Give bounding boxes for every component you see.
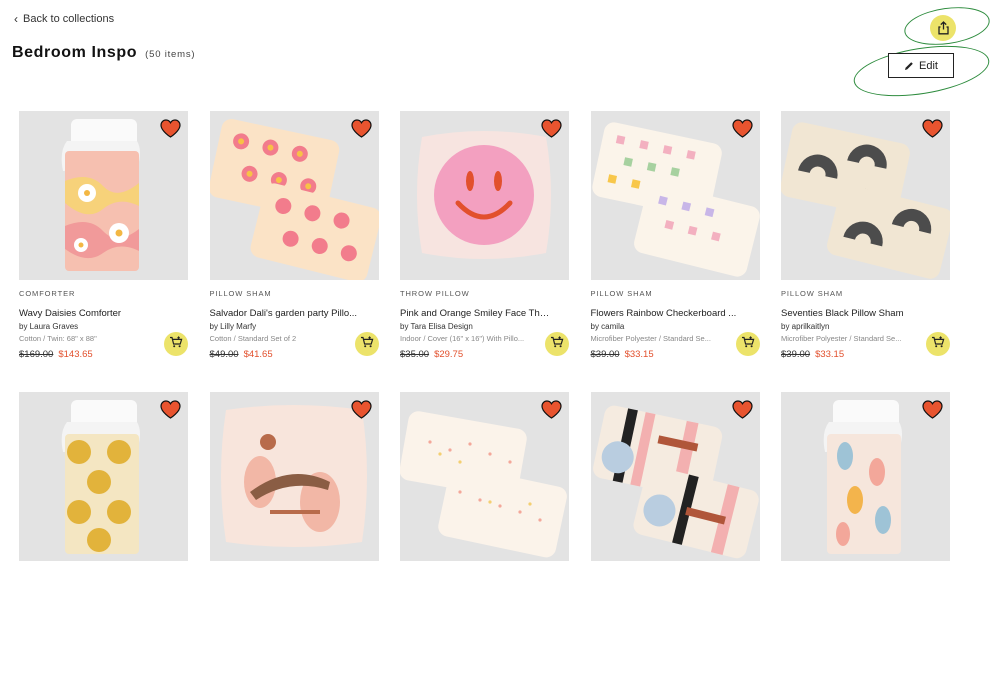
product-category: COMFORTER: [19, 289, 76, 298]
product-image[interactable]: [209, 111, 379, 280]
product-card[interactable]: [781, 392, 950, 673]
product-card[interactable]: [19, 392, 188, 673]
add-to-cart-button[interactable]: [354, 332, 379, 356]
heart-icon[interactable]: [160, 400, 181, 419]
product-options: Indoor / Cover (16" x 16") With Pillo...: [400, 334, 525, 343]
add-to-cart-button[interactable]: [164, 332, 188, 356]
product-name[interactable]: Seventies Black Pillow Sham: [781, 308, 931, 319]
product-price: $169.00 $143.65: [19, 349, 188, 360]
product-artist[interactable]: by Tara Elisa Design: [400, 322, 569, 331]
sale-price: $41.65: [243, 349, 273, 360]
original-price: $35.00: [400, 349, 430, 360]
product-options: Microfiber Polyester / Standard Se...: [781, 334, 902, 343]
product-name[interactable]: Pink and Orange Smiley Face Thr...: [400, 308, 550, 319]
product-grid: COMFORTER Wavy Daisies Comforter by Laur…: [19, 111, 950, 673]
product-image[interactable]: [781, 111, 950, 280]
heart-icon[interactable]: [350, 400, 372, 419]
share-button[interactable]: [930, 15, 956, 41]
product-card[interactable]: THROW PILLOW Pink and Orange Smiley Face…: [400, 111, 569, 392]
original-price: $169.00: [19, 349, 54, 360]
add-to-cart-icon: [931, 335, 945, 353]
back-label: Back to collections: [23, 13, 115, 25]
heart-icon[interactable]: [731, 400, 753, 419]
product-image[interactable]: [590, 392, 760, 561]
product-image[interactable]: [19, 111, 188, 280]
product-name[interactable]: Salvador Dali's garden party Pillo...: [210, 308, 360, 319]
sale-price: $29.75: [434, 349, 464, 360]
product-image[interactable]: [209, 392, 379, 561]
product-card[interactable]: PILLOW SHAM Salvador Dali's garden party…: [209, 111, 379, 392]
product-category: PILLOW SHAM: [209, 289, 272, 298]
add-to-cart-icon: [360, 335, 374, 353]
heart-icon[interactable]: [922, 119, 943, 138]
add-to-cart-button[interactable]: [735, 332, 760, 356]
original-price: $39.00: [590, 349, 620, 360]
sale-price: $33.15: [815, 349, 845, 360]
product-image[interactable]: [400, 392, 569, 561]
heart-icon[interactable]: [922, 400, 943, 419]
sale-price: $33.15: [624, 349, 654, 360]
product-card[interactable]: PILLOW SHAM Seventies Black Pillow Sham …: [781, 111, 950, 392]
heart-icon[interactable]: [160, 119, 181, 138]
original-price: $39.00: [781, 349, 811, 360]
page-title: Bedroom Inspo: [12, 44, 138, 61]
product-artist[interactable]: by Lilly Marfy: [210, 322, 379, 331]
product-artist[interactable]: by camila: [591, 322, 760, 331]
product-card[interactable]: [209, 392, 379, 673]
add-to-cart-button[interactable]: [926, 332, 950, 356]
add-to-cart-icon: [741, 335, 755, 353]
pencil-icon: [905, 61, 913, 70]
share-icon: [937, 21, 949, 35]
product-image[interactable]: [781, 392, 950, 561]
sale-price: $143.65: [58, 349, 93, 360]
heart-icon[interactable]: [731, 119, 753, 138]
add-to-cart-icon: [169, 335, 183, 353]
product-card[interactable]: COMFORTER Wavy Daisies Comforter by Laur…: [19, 111, 188, 392]
product-price: $39.00 $33.15: [781, 349, 950, 360]
edit-label: Edit: [919, 59, 938, 72]
product-options: Cotton / Standard Set of 2: [209, 334, 297, 343]
product-image[interactable]: [590, 111, 760, 280]
product-price: $39.00 $33.15: [591, 349, 760, 360]
product-image[interactable]: [400, 111, 569, 280]
add-to-cart-button[interactable]: [545, 332, 569, 356]
edit-button[interactable]: Edit: [888, 53, 954, 78]
collection-header: Bedroom Inspo (50 items): [12, 44, 195, 62]
product-category: PILLOW SHAM: [590, 289, 653, 298]
product-name[interactable]: Wavy Daisies Comforter: [19, 308, 169, 319]
product-options: Microfiber Polyester / Standard Se...: [590, 334, 711, 343]
product-card[interactable]: [400, 392, 569, 673]
product-card[interactable]: [590, 392, 760, 673]
heart-icon[interactable]: [541, 400, 562, 419]
add-to-cart-icon: [550, 335, 564, 353]
product-price: $35.00 $29.75: [400, 349, 569, 360]
original-price: $49.00: [209, 349, 239, 360]
heart-icon[interactable]: [350, 119, 372, 138]
product-artist[interactable]: by aprilkaitlyn: [781, 322, 950, 331]
product-category: THROW PILLOW: [400, 289, 470, 298]
product-name[interactable]: Flowers Rainbow Checkerboard ...: [591, 308, 741, 319]
product-options: Cotton / Twin: 68" x 88": [19, 334, 97, 343]
item-count: (50 items): [145, 49, 196, 60]
product-category: PILLOW SHAM: [781, 289, 843, 298]
product-image[interactable]: [19, 392, 188, 561]
heart-icon[interactable]: [541, 119, 562, 138]
product-card[interactable]: PILLOW SHAM Flowers Rainbow Checkerboard…: [590, 111, 760, 392]
product-price: $49.00 $41.65: [210, 349, 379, 360]
back-to-collections-link[interactable]: ‹ Back to collections: [14, 13, 114, 25]
chevron-left-icon: ‹: [14, 12, 18, 26]
product-artist[interactable]: by Laura Graves: [19, 322, 188, 331]
